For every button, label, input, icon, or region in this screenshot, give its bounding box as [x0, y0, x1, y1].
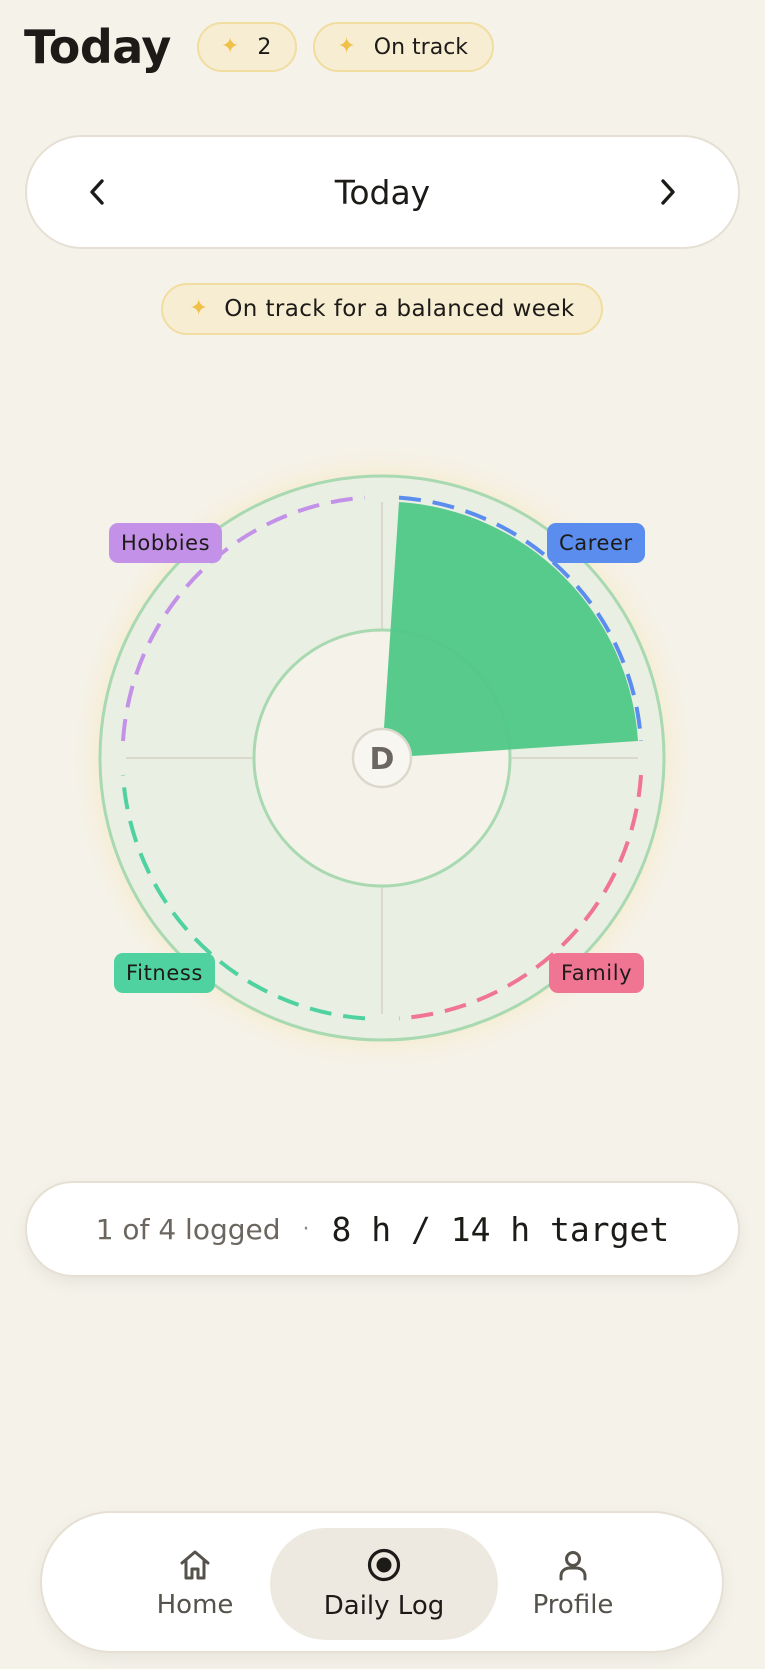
- balance-status-text: On track for a balanced week: [224, 296, 575, 322]
- logged-count: 1 of 4 logged: [95, 1212, 281, 1246]
- daily-summary-bar: 1 of 4 logged · 8 h / 14 h target: [25, 1181, 740, 1277]
- header: Today ✦ 2 ✦ On track: [24, 18, 510, 76]
- category-tag-label: Career: [559, 531, 633, 555]
- sparkle-icon: ✦: [220, 34, 240, 59]
- status-badge: ✦ On track: [313, 22, 495, 72]
- user-icon: [559, 1551, 587, 1581]
- page-title: Today: [24, 20, 171, 74]
- balance-wheel: D Hobbies Career Fitness Family: [0, 420, 765, 1100]
- balance-status-pill: ✦ On track for a balanced week: [161, 283, 603, 335]
- status-badge-label: On track: [373, 34, 469, 60]
- category-tag-family[interactable]: Family: [549, 953, 645, 993]
- hours-progress: 8 h / 14 h target: [331, 1209, 670, 1249]
- nav-item-label: Daily Log: [323, 1591, 445, 1621]
- nav-item-profile[interactable]: Profile: [459, 1528, 687, 1640]
- daily-log-screen: Today ✦ 2 ✦ On track Today ✦ On track fo…: [0, 0, 765, 1669]
- category-tag-hobbies[interactable]: Hobbies: [109, 523, 223, 563]
- category-tag-label: Hobbies: [121, 531, 211, 555]
- category-tag-label: Fitness: [126, 961, 203, 985]
- bottom-navigation: Home Daily Log Profile: [40, 1511, 724, 1653]
- category-tag-fitness[interactable]: Fitness: [114, 953, 215, 993]
- home-icon: [180, 1550, 210, 1580]
- sparkle-icon: ✦: [189, 296, 209, 321]
- date-navigator: Today: [25, 135, 740, 249]
- date-label: Today: [334, 172, 431, 212]
- wheel-center-label: D: [370, 742, 395, 777]
- chevron-right-icon: [661, 179, 675, 205]
- previous-day-button[interactable]: [79, 174, 115, 210]
- category-tag-label: Family: [561, 961, 633, 985]
- summary-separator: ·: [302, 1216, 310, 1242]
- nav-item-label: Profile: [532, 1590, 614, 1620]
- streak-badge: ✦ 2: [196, 22, 298, 72]
- balance-wheel-graphic: D: [62, 438, 702, 1078]
- nav-item-label: Home: [156, 1590, 234, 1620]
- record-icon: [367, 1548, 401, 1582]
- category-tag-career[interactable]: Career: [547, 523, 645, 563]
- streak-count: 2: [257, 34, 272, 60]
- next-day-button[interactable]: [650, 174, 686, 210]
- sparkle-icon: ✦: [337, 34, 356, 59]
- chevron-left-icon: [90, 179, 104, 205]
